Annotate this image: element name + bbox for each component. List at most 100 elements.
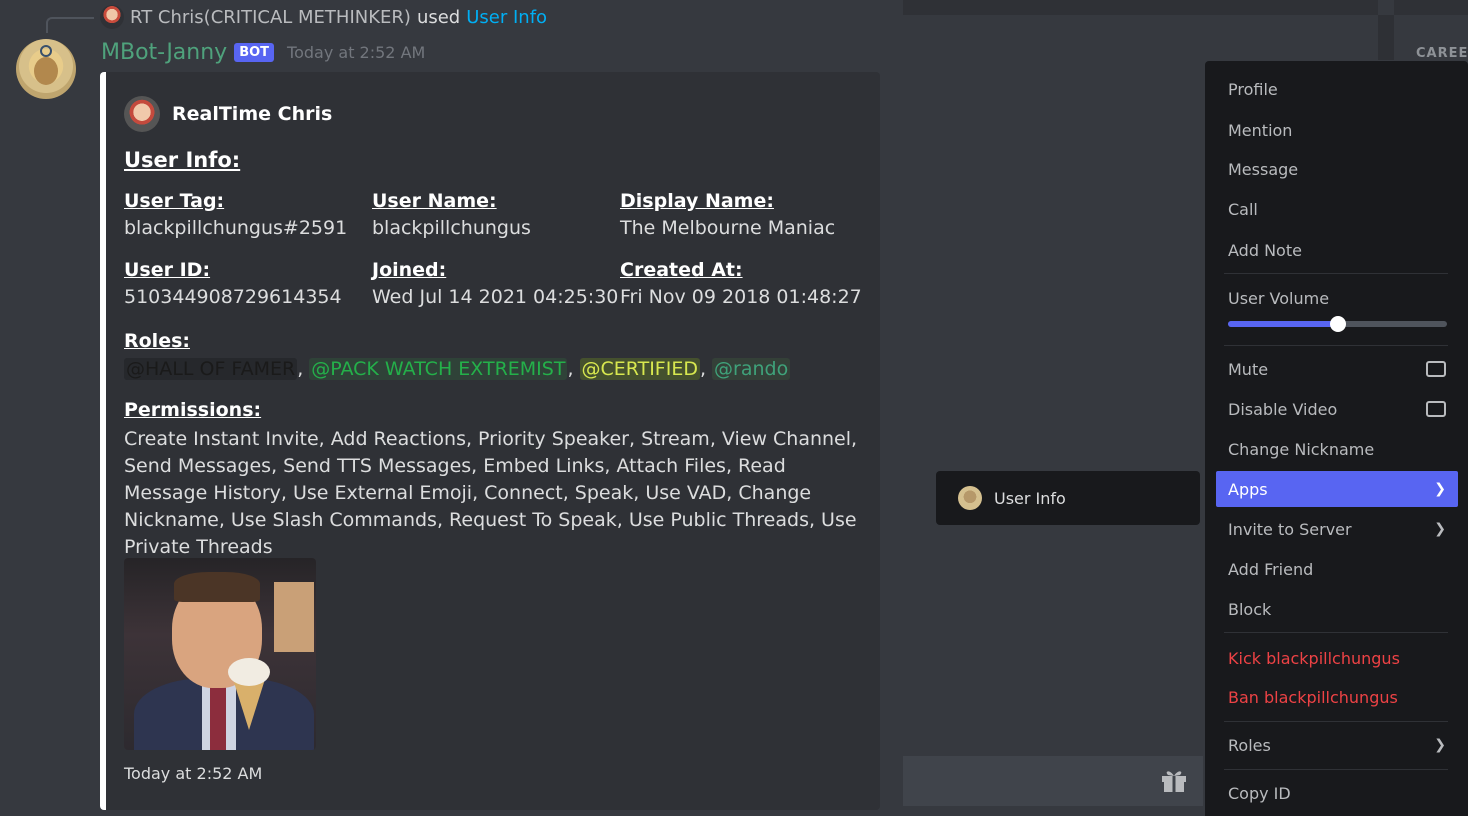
menu-divider — [1224, 632, 1448, 633]
role-mention[interactable]: @PACK WATCH EXTREMIST — [309, 358, 568, 380]
menu-item-message[interactable]: Message — [1216, 151, 1458, 187]
embed-footer: Today at 2:52 AM — [124, 764, 263, 783]
embed-author: RealTime Chris — [124, 96, 332, 132]
message-input-bar[interactable] — [903, 756, 1203, 806]
reply-username[interactable]: RT Chris(CRITICAL METHINKER) — [130, 7, 411, 28]
menu-item-label: Message — [1228, 159, 1299, 179]
message-timestamp[interactable]: Today at 2:52 AM — [287, 43, 425, 62]
bot-tag: BOT — [234, 43, 275, 62]
field-user-name: User Name: blackpillchungus — [372, 190, 612, 239]
reply-command[interactable]: User Info — [466, 7, 547, 28]
field-value: blackpillchungus#2591 — [124, 217, 348, 239]
permissions-text: Create Instant Invite, Add Reactions, Pr… — [124, 428, 858, 558]
embed-author-avatar — [124, 96, 160, 132]
field-user-tag: User Tag: blackpillchungus#2591 — [124, 190, 364, 239]
menu-item-label: Block — [1228, 599, 1272, 619]
menu-item-profile[interactable]: Profile — [1216, 71, 1458, 107]
background-panel — [1394, 0, 1468, 15]
field-name: User Tag: — [124, 190, 225, 212]
chevron-right-icon: ❯ — [1434, 737, 1446, 753]
field-user-id: User ID: 510344908729614354 — [124, 259, 364, 308]
menu-item-label: Ban blackpillchungus — [1228, 687, 1398, 707]
embed-image[interactable] — [124, 558, 316, 750]
field-created-at: Created At: Fri Nov 09 2018 01:48:27 — [620, 259, 862, 308]
user-volume-label: User Volume — [1228, 289, 1330, 308]
volume-fill — [1228, 321, 1338, 327]
menu-item-block[interactable]: Block — [1216, 591, 1458, 627]
menu-divider — [1224, 769, 1448, 770]
menu-item-label: Change Nickname — [1228, 439, 1375, 459]
menu-item-label: Add Note — [1228, 240, 1302, 260]
user-volume-slider[interactable] — [1228, 316, 1447, 332]
apps-submenu: User Info — [936, 471, 1200, 525]
menu-item-label: Kick blackpillchungus — [1228, 648, 1400, 668]
role-mention[interactable]: @HALL OF FAMER — [124, 358, 298, 380]
field-name: Display Name: — [620, 190, 774, 212]
role-separator: , — [699, 358, 707, 380]
bot-app-icon — [958, 486, 982, 510]
role-separator: , — [297, 358, 304, 380]
menu-item-label: Invite to Server — [1228, 519, 1352, 539]
menu-item-roles[interactable]: Roles ❯ — [1216, 727, 1458, 763]
disable-video-checkbox[interactable] — [1426, 401, 1446, 417]
menu-item-copy-id[interactable]: Copy ID — [1216, 775, 1458, 811]
message-header: MBot-Janny BOT Today at 2:52 AM — [101, 40, 425, 65]
reply-connector — [46, 17, 94, 33]
menu-item-kick[interactable]: Kick blackpillchungus — [1216, 640, 1458, 676]
field-name: Created At: — [620, 259, 743, 281]
menu-item-label: Profile — [1228, 79, 1278, 99]
role-separator: , — [567, 358, 574, 380]
message-author[interactable]: MBot-Janny — [101, 40, 227, 65]
channel-category-label[interactable]: CAREE — [1416, 46, 1468, 61]
menu-item-label: Apps — [1228, 479, 1268, 499]
mute-checkbox[interactable] — [1426, 361, 1446, 377]
field-display-name: Display Name: The Melbourne Maniac — [620, 190, 860, 239]
menu-item-apps[interactable]: Apps ❯ — [1216, 471, 1458, 507]
chevron-right-icon: ❯ — [1434, 521, 1446, 537]
embed: RealTime Chris User Info: User Tag: blac… — [100, 72, 880, 810]
roles-list: @HALL OF FAMER, @PACK WATCH EXTREMIST, @… — [124, 358, 791, 380]
menu-item-label: Add Friend — [1228, 559, 1314, 579]
menu-item-label: Mute — [1228, 359, 1269, 379]
submenu-item-user-info[interactable]: User Info — [994, 489, 1066, 508]
field-value: Wed Jul 14 2021 04:25:30 — [372, 286, 619, 308]
menu-item-add-friend[interactable]: Add Friend — [1216, 551, 1458, 587]
menu-divider — [1224, 345, 1448, 346]
bot-avatar[interactable] — [16, 39, 76, 99]
menu-divider — [1224, 721, 1448, 722]
menu-item-disable-video[interactable]: Disable Video — [1216, 391, 1458, 427]
chevron-right-icon: ❯ — [1434, 481, 1446, 497]
background-panel — [903, 0, 1378, 15]
field-name: Joined: — [372, 259, 447, 281]
menu-item-label: Call — [1228, 199, 1258, 219]
menu-item-invite[interactable]: Invite to Server ❯ — [1216, 511, 1458, 547]
menu-item-label: Roles — [1228, 735, 1271, 755]
field-value: blackpillchungus — [372, 217, 531, 239]
gift-icon[interactable] — [1160, 767, 1188, 793]
reply-avatar[interactable] — [100, 5, 124, 29]
role-mention[interactable]: @rando — [712, 358, 791, 380]
field-name: User Name: — [372, 190, 497, 212]
avatar-face — [34, 57, 58, 85]
menu-item-change-nickname[interactable]: Change Nickname — [1216, 431, 1458, 467]
reply-reference[interactable]: RT Chris(CRITICAL METHINKER) used User I… — [100, 5, 547, 29]
menu-item-label: Copy ID — [1228, 783, 1291, 803]
menu-item-mention[interactable]: Mention — [1216, 112, 1458, 148]
menu-item-ban[interactable]: Ban blackpillchungus — [1216, 679, 1458, 715]
embed-title: User Info: — [124, 148, 241, 172]
menu-divider — [1224, 273, 1448, 274]
menu-item-mute[interactable]: Mute — [1216, 351, 1458, 387]
field-value: The Melbourne Maniac — [620, 217, 836, 239]
menu-item-call[interactable]: Call — [1216, 191, 1458, 227]
field-joined: Joined: Wed Jul 14 2021 04:25:30 — [372, 259, 619, 308]
menu-item-add-note[interactable]: Add Note — [1216, 232, 1458, 268]
volume-knob[interactable] — [1329, 316, 1346, 332]
roles-label: Roles: — [124, 330, 190, 352]
background-divider — [1378, 15, 1394, 60]
role-mention[interactable]: @CERTIFIED — [579, 358, 700, 380]
menu-item-label: Mention — [1228, 120, 1293, 140]
field-name: User ID: — [124, 259, 211, 281]
menu-item-label: Disable Video — [1228, 399, 1338, 419]
reply-used-text: used — [416, 6, 461, 28]
user-context-menu: Profile Mention Message Call Add Note Us… — [1205, 61, 1468, 816]
